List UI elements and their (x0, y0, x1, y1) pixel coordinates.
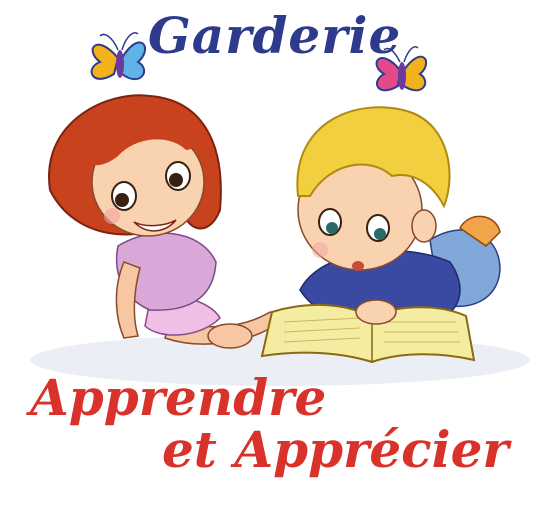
logo-stage: Garderie Apprendre et Apprécier (0, 0, 560, 506)
brand-title: Garderie (148, 6, 402, 65)
boy-character (260, 106, 501, 364)
girl-character (48, 94, 282, 349)
butterfly-icon (90, 32, 146, 81)
slogan-line-2: et Apprécier (162, 420, 509, 479)
